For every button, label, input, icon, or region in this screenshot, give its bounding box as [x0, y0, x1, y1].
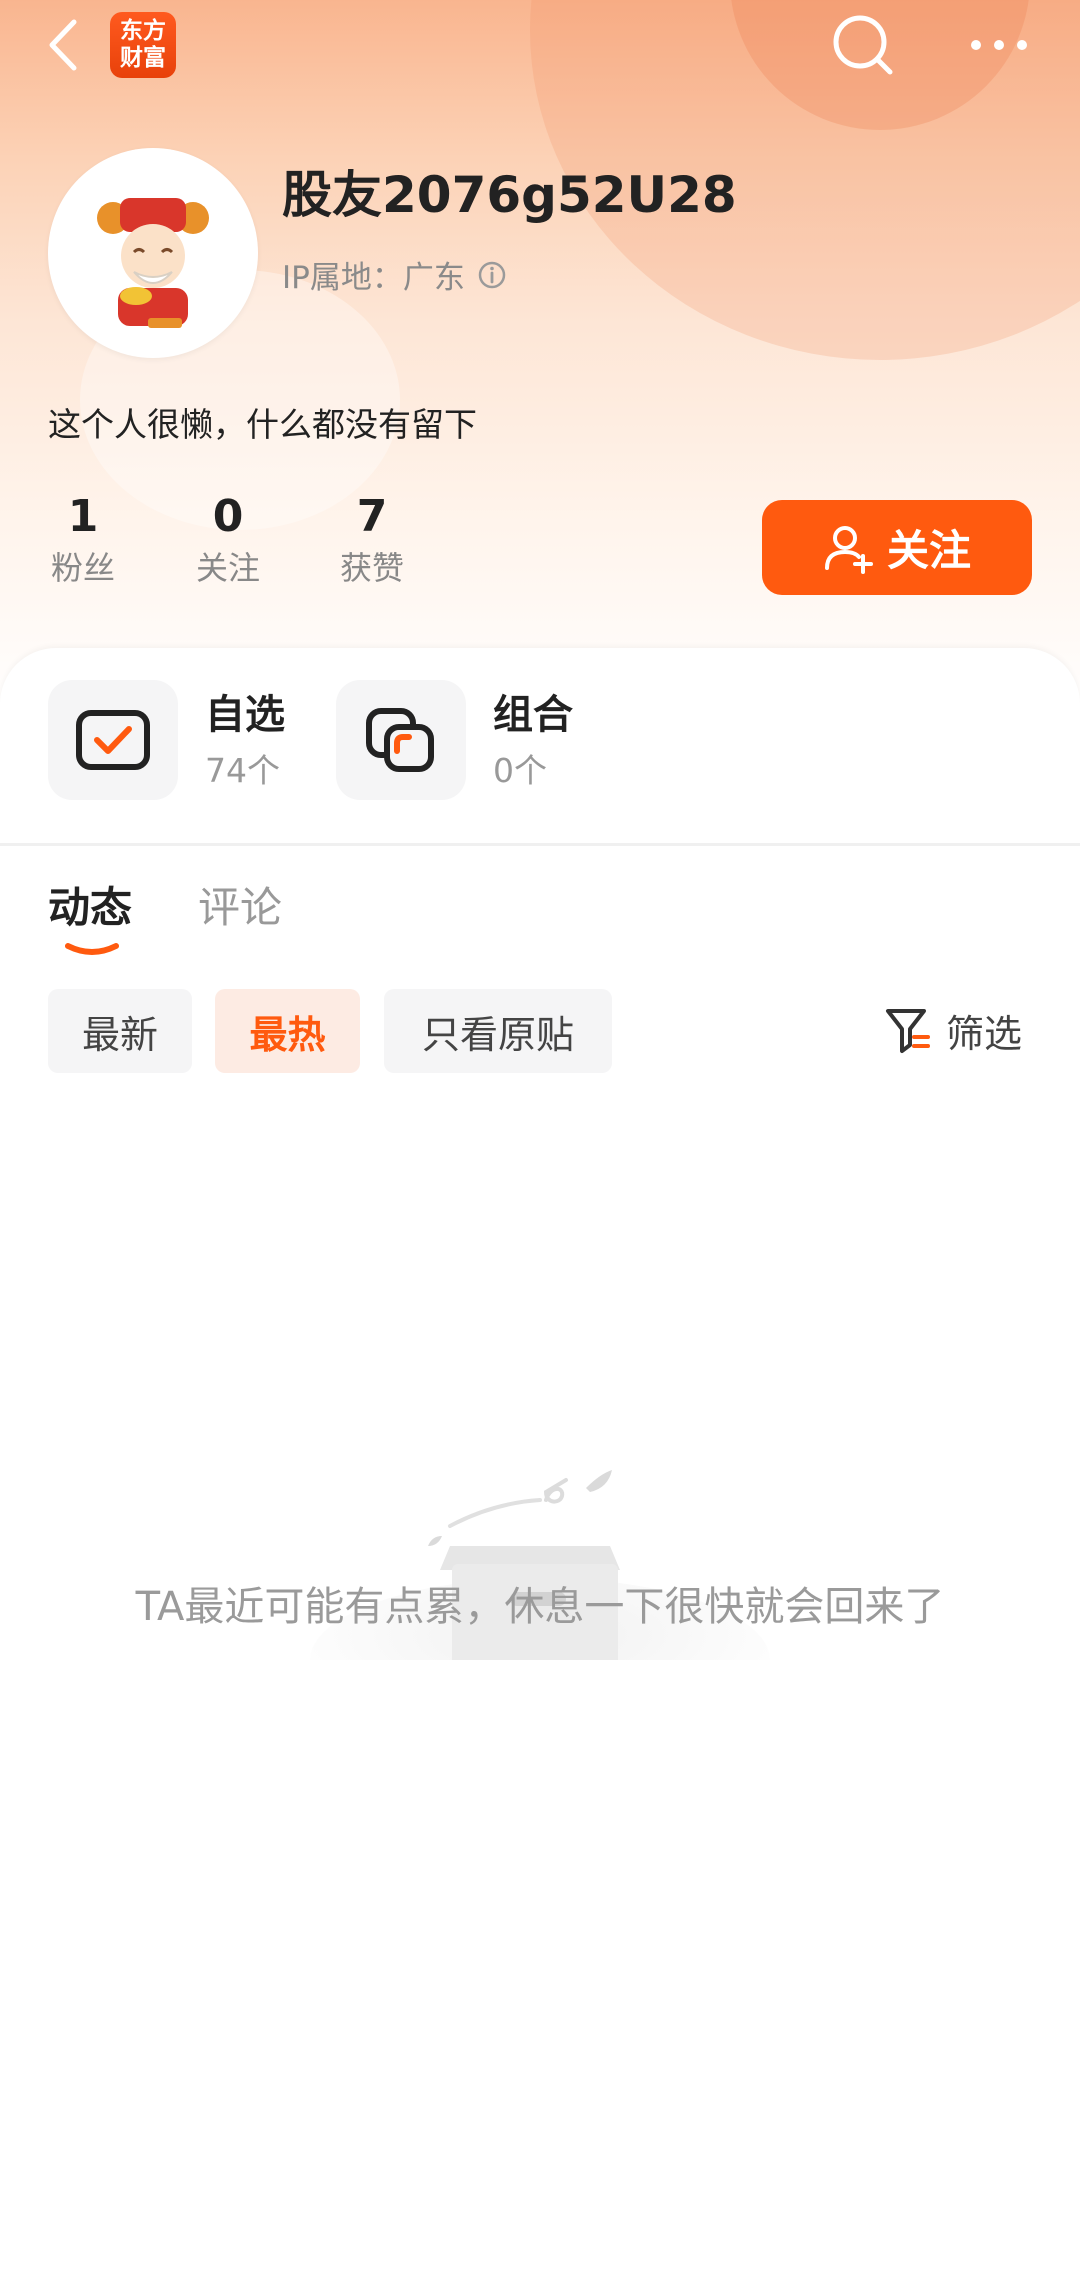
stat-fans[interactable]: 1 粉丝 [23, 488, 143, 590]
filter-button[interactable]: 筛选 [884, 998, 1022, 1062]
portfolio-count: 0个 [493, 751, 547, 790]
watchlist-title[interactable]: 自选 [205, 682, 285, 740]
stat-following[interactable]: 0 关注 [168, 488, 288, 590]
bio: 这个人很懒，什么都没有留下 [48, 405, 477, 444]
tab-comments[interactable]: 评论 [198, 874, 282, 935]
portfolio-title[interactable]: 组合 [493, 682, 573, 740]
search-button[interactable] [828, 10, 898, 80]
stat-label: 获赞 [339, 549, 404, 587]
stat-label: 粉丝 [50, 549, 115, 587]
search-icon [833, 15, 893, 75]
more-dots-icon [971, 40, 1027, 50]
filter-label: 筛选 [946, 1011, 1023, 1056]
stat-value: 7 [356, 491, 388, 542]
username: 股友2076g52U28 [282, 166, 737, 224]
watchlist-count: 74个 [205, 751, 280, 790]
tab-posts[interactable]: 动态 [48, 874, 132, 935]
chip-original-only[interactable]: 只看原贴 [384, 989, 612, 1073]
more-button[interactable] [964, 22, 1034, 68]
section-divider [0, 843, 1080, 846]
ip-location-label: IP属地：广东 [282, 260, 465, 296]
app-logo: 东方 财富 [110, 12, 176, 78]
chip-latest[interactable]: 最新 [48, 989, 192, 1073]
stat-value: 0 [212, 491, 244, 542]
filter-icon [886, 1009, 930, 1053]
add-user-icon [824, 525, 873, 574]
follow-button-label: 关注 [886, 526, 971, 575]
logo-line-2: 财富 [120, 45, 166, 71]
chip-hottest[interactable]: 最热 [215, 989, 360, 1073]
profile-header: 东方 财富 股友2076g52U28 IP属地：广东 这个人很懒，什么都没有留下… [0, 0, 1080, 720]
info-icon[interactable] [477, 260, 507, 290]
back-button[interactable] [40, 12, 96, 78]
tab-indicator [65, 943, 119, 955]
logo-line-1: 东方 [120, 18, 166, 44]
avatar[interactable] [48, 148, 258, 358]
portfolio-icon [366, 708, 434, 772]
stat-likes[interactable]: 7 获赞 [312, 488, 432, 590]
avatar-icon [97, 198, 209, 328]
empty-state-text: TA最近可能有点累，休息一下很快就会回来了 [135, 1584, 945, 1630]
stat-label: 关注 [195, 549, 260, 587]
ip-location: IP属地：广东 [282, 252, 507, 297]
checkbox-icon [76, 710, 150, 770]
chevron-left-icon [49, 19, 77, 71]
stat-value: 1 [67, 491, 99, 542]
content-card: 自选 74个 组合 0个 动态 评论 最新 最热 只看原贴 筛选 TA最近可能有… [0, 648, 1080, 2276]
portfolio-button[interactable] [336, 680, 466, 800]
follow-button[interactable]: 关注 [762, 500, 1032, 595]
watchlist-button[interactable] [48, 680, 178, 800]
